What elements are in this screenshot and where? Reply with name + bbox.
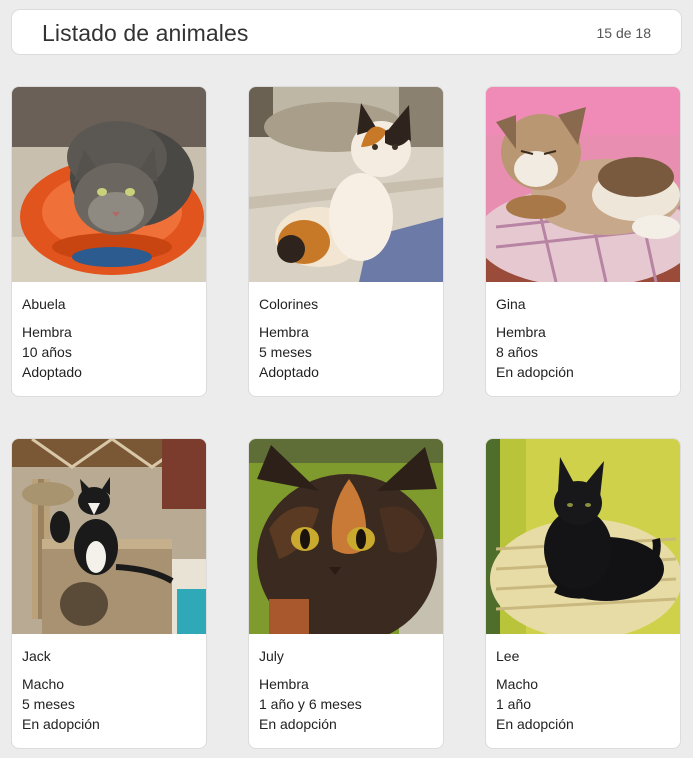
page-header: Listado de animales 15 de 18 (11, 9, 682, 55)
animal-age: 10 años (22, 344, 72, 360)
animal-card-gina[interactable]: Gina Hembra 8 años En adopción (485, 86, 681, 397)
animal-age: 1 año y 6 meses (259, 696, 362, 712)
animal-status: Adoptado (259, 364, 319, 380)
animal-name: Colorines (259, 296, 319, 312)
animal-photo[interactable] (486, 439, 680, 634)
animal-name: July (259, 648, 284, 664)
animal-sex: Hembra (496, 324, 546, 340)
animal-photo[interactable] (12, 87, 206, 282)
animal-name: Gina (496, 296, 526, 312)
cat-photo-image (486, 439, 680, 634)
animal-card-jack[interactable]: Jack Macho 5 meses En adopción (11, 438, 207, 749)
cat-photo-image (12, 439, 206, 634)
animal-age: 1 año (496, 696, 532, 712)
animal-card-abuela[interactable]: Abuela Hembra 10 años Adoptado (11, 86, 207, 397)
animal-age: 8 años (496, 344, 539, 360)
animal-name: Jack (22, 648, 51, 664)
animal-card-july[interactable]: July Hembra 1 año y 6 meses En adopción (248, 438, 444, 749)
animal-sex: Hembra (259, 676, 309, 692)
animal-photo[interactable] (12, 439, 206, 634)
animal-status: En adopción (496, 716, 574, 732)
animal-name: Abuela (22, 296, 66, 312)
cat-photo-image (12, 87, 206, 282)
animal-card-lee[interactable]: Lee Macho 1 año En adopción (485, 438, 681, 749)
animal-sex: Hembra (22, 324, 72, 340)
page-title: Listado de animales (42, 20, 249, 46)
animal-status: En adopción (259, 716, 337, 732)
animal-age: 5 meses (22, 696, 75, 712)
animal-status: En adopción (22, 716, 100, 732)
animal-age: 5 meses (259, 344, 312, 360)
animal-status: En adopción (496, 364, 574, 380)
animal-status: Adoptado (22, 364, 82, 380)
results-count: 15 de 18 (596, 25, 652, 41)
animal-sex: Macho (22, 676, 65, 692)
animal-photo[interactable] (249, 439, 443, 634)
animal-photo[interactable] (249, 87, 443, 282)
cat-photo-image (486, 87, 680, 282)
cat-photo-image (249, 439, 443, 634)
animal-sex: Macho (496, 676, 539, 692)
animal-name: Lee (496, 648, 520, 664)
animal-photo[interactable] (486, 87, 680, 282)
cat-photo-image (249, 87, 443, 282)
animal-sex: Hembra (259, 324, 309, 340)
animal-card-colorines[interactable]: Colorines Hembra 5 meses Adoptado (248, 86, 444, 397)
